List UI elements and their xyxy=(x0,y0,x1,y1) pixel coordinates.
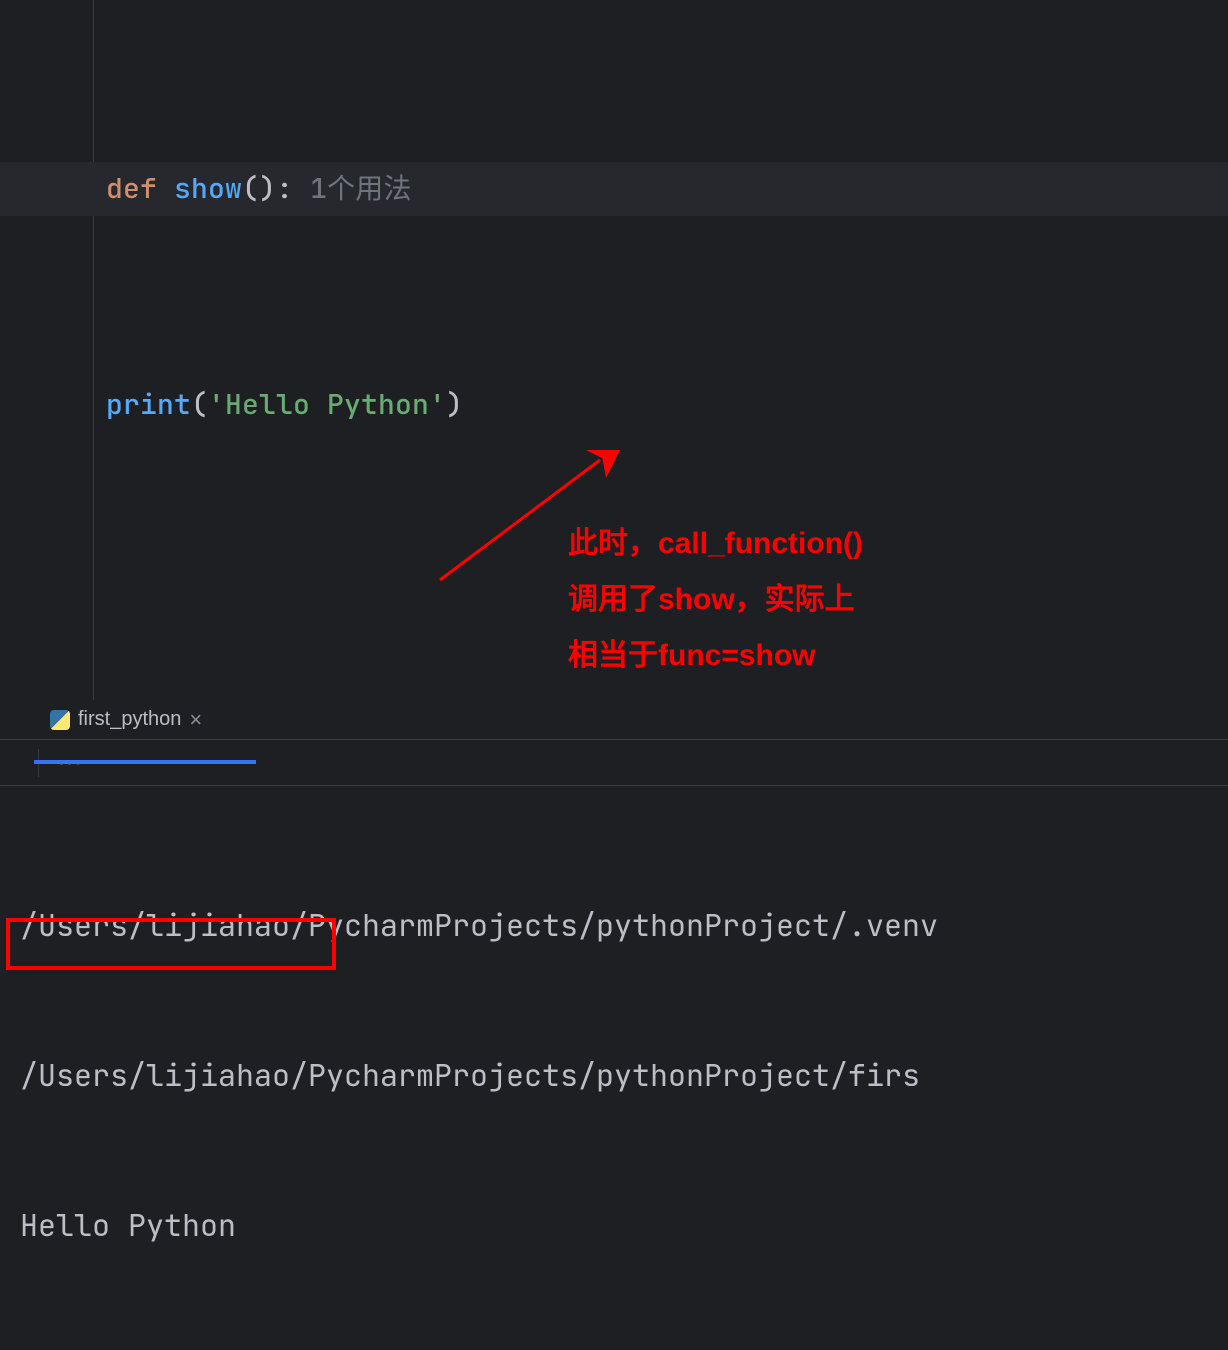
usage-hint: 1个用法 xyxy=(310,170,412,207)
parens: () xyxy=(242,170,276,207)
python-icon xyxy=(50,710,70,730)
gutter xyxy=(0,0,94,700)
keyword-def: def xyxy=(106,170,157,207)
close-icon[interactable]: × xyxy=(189,707,202,733)
annotation-line-1: 此时，call_function() xyxy=(568,516,863,572)
string-literal: 'Hello Python' xyxy=(208,386,446,423)
paren: ( xyxy=(191,386,208,423)
run-tab-label: first_python xyxy=(78,708,181,731)
function-name: show xyxy=(174,170,242,207)
colon: : xyxy=(276,170,293,207)
annotation-line-2: 调用了show，实际上 xyxy=(568,572,863,628)
fn-call: print xyxy=(106,386,191,423)
console-line: /Users/lijiahao/PycharmProjects/pythonPr… xyxy=(20,1050,1208,1100)
console-line: /Users/lijiahao/PycharmProjects/pythonPr… xyxy=(20,900,1208,950)
annotation-text: 此时，call_function() 调用了show，实际上 相当于func=s… xyxy=(568,516,863,684)
code-editor[interactable]: def show(): 1个用法 print('Hello Python') #… xyxy=(0,0,1228,700)
run-tab[interactable]: first_python × xyxy=(42,701,210,739)
annotation-line-3: 相当于func=show xyxy=(568,628,863,684)
console-output-line: Hello Python xyxy=(20,1200,1208,1250)
run-panel: first_python × ⋮ /Users/lijiahao/Pycharm… xyxy=(0,700,1228,1066)
run-tab-bar: first_python × xyxy=(0,700,1228,740)
code-line: def show(): 1个用法 xyxy=(106,162,879,216)
paren: ) xyxy=(446,386,463,423)
active-tab-underline xyxy=(34,760,256,764)
console-output[interactable]: /Users/lijiahao/PycharmProjects/pythonPr… xyxy=(0,786,1228,1350)
code-line: print('Hello Python') xyxy=(106,378,879,432)
